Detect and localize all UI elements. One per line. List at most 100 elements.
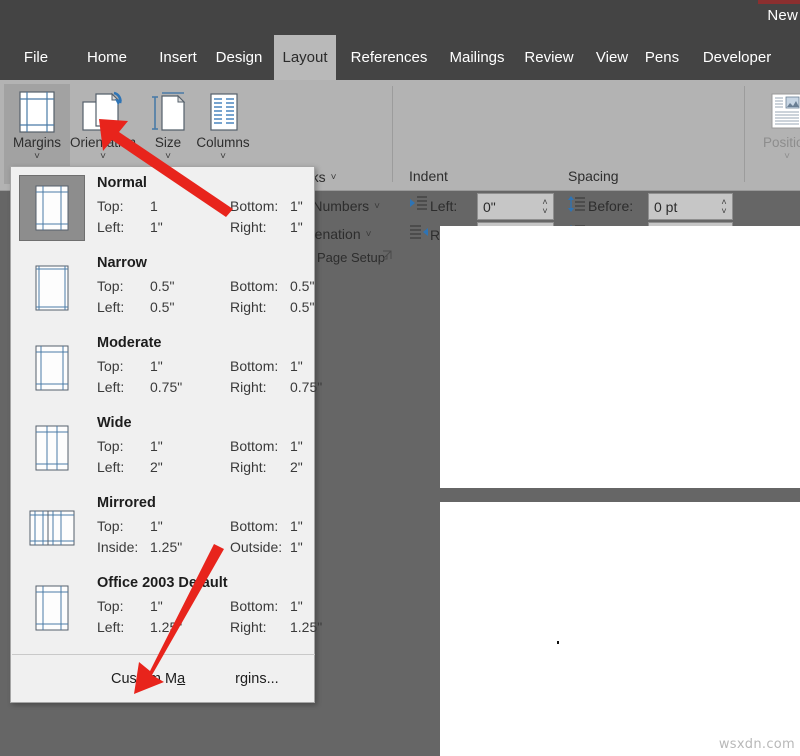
ribbon-button-label: Margins — [13, 136, 61, 150]
menu-item-k2: Right: — [230, 619, 267, 635]
indent-section-label: Indent — [409, 168, 448, 184]
tab-pens[interactable]: Pens — [640, 35, 684, 80]
chevron-down-icon[interactable]: ˅ — [220, 153, 226, 161]
menu-item-v1: 1" — [150, 598, 163, 614]
menu-item-v2: 1" — [290, 598, 303, 614]
columns-icon — [203, 90, 243, 134]
spinner-down-icon[interactable]: ˅ — [542, 207, 547, 216]
page-setup-dialog-launcher-icon[interactable] — [381, 249, 393, 261]
tab-mailings[interactable]: Mailings — [442, 35, 512, 80]
menu-item-mirrored[interactable]: MirroredTop:1"Bottom:1"Inside:1.25"Outsi… — [15, 491, 312, 565]
chevron-down-icon[interactable]: ˅ — [374, 201, 380, 212]
menu-item-v2: 1" — [290, 358, 303, 374]
chevron-down-icon[interactable]: ˅ — [165, 153, 171, 161]
ribbon-button-position[interactable]: Position ˅ — [757, 84, 800, 184]
margins-narrow-thumb — [19, 255, 85, 321]
margins-mirrored-thumb — [19, 495, 85, 561]
chevron-down-icon[interactable]: ˅ — [784, 153, 790, 161]
margins-office2003-thumb — [19, 575, 85, 641]
menu-item-narrow[interactable]: NarrowTop:0.5"Bottom:0.5"Left:0.5"Right:… — [15, 251, 312, 325]
margins-dropdown-menu[interactable]: NormalTop:1Bottom:1"Left:1"Right:1"Narro… — [10, 166, 315, 703]
menu-item-title: Moderate — [97, 335, 161, 351]
margins-normal-thumb — [19, 175, 85, 241]
group-label-page-setup: Page Setup — [316, 250, 386, 265]
menu-item-k1: Left: — [97, 219, 124, 235]
menu-item-title: Mirrored — [97, 495, 156, 511]
group-separator — [744, 86, 745, 182]
menu-item-k2: Right: — [230, 219, 267, 235]
menu-item-moderate[interactable]: ModerateTop:1"Bottom:1"Left:0.75"Right:0… — [15, 331, 312, 405]
menu-item-k2: Bottom: — [230, 358, 278, 374]
menu-item-k2: Bottom: — [230, 278, 278, 294]
tab-file[interactable]: File — [14, 35, 58, 80]
menu-item-v2: 2" — [290, 459, 303, 475]
menu-item-v1: 1.25" — [150, 539, 182, 555]
text-caret — [557, 641, 559, 644]
menu-item-k2: Bottom: — [230, 598, 278, 614]
document-page-1[interactable] — [440, 226, 800, 488]
menu-item-k2: Bottom: — [230, 438, 278, 454]
menu-item-v1: 2" — [150, 459, 163, 475]
menu-item-wide[interactable]: WideTop:1"Bottom:1"Left:2"Right:2" — [15, 411, 312, 485]
chevron-down-icon[interactable]: ˅ — [100, 153, 106, 161]
indent-left-icon — [410, 195, 428, 213]
tab-developer[interactable]: Developer — [692, 35, 782, 80]
spacing-before-input[interactable]: 0 pt ˄ ˅ — [648, 193, 733, 220]
menu-item-k1: Top: — [97, 518, 123, 534]
menu-item-k2: Right: — [230, 379, 267, 395]
ribbon-button-label: Orientation — [70, 136, 136, 150]
tab-references[interactable]: References — [342, 35, 436, 80]
spacing-before-stepper[interactable]: ˄ ˅ — [716, 194, 732, 219]
menu-item-v2: 0.75" — [290, 379, 322, 395]
menu-item-k2: Outside: — [230, 539, 282, 555]
tab-home[interactable]: Home — [80, 35, 134, 80]
page-size-icon — [148, 90, 188, 134]
menu-item-normal[interactable]: NormalTop:1Bottom:1"Left:1"Right:1" — [15, 171, 312, 245]
menu-item-title: Normal — [97, 175, 147, 191]
tab-review[interactable]: Review — [518, 35, 580, 80]
menu-item-office-2003-default[interactable]: Office 2003 DefaultTop:1"Bottom:1"Left:1… — [15, 571, 312, 645]
spinner-down-icon[interactable]: ˅ — [721, 207, 726, 216]
menu-item-v1: 0.5" — [150, 278, 174, 294]
indent-left-stepper[interactable]: ˄ ˅ — [537, 194, 553, 219]
menu-item-v1: 1" — [150, 518, 163, 534]
margins-wide-thumb — [19, 415, 85, 481]
menu-item-v1: 1.25" — [150, 619, 182, 635]
window-close-button[interactable] — [758, 0, 800, 4]
tab-insert[interactable]: Insert — [152, 35, 204, 80]
menu-item-v1: 1" — [150, 219, 163, 235]
position-icon — [769, 90, 800, 134]
menu-item-custom-margins[interactable]: Custom Margins... — [11, 655, 314, 703]
menu-item-v2: 1" — [290, 518, 303, 534]
ribbon-tab-strip: File Home InsertDesignLayoutReferencesMail… — [0, 35, 800, 80]
chevron-down-icon[interactable]: ˅ — [34, 153, 40, 161]
margins-moderate-thumb — [19, 335, 85, 401]
menu-item-k1: Left: — [97, 299, 124, 315]
tab-view[interactable]: View — [588, 35, 636, 80]
document-page-2[interactable] — [440, 502, 800, 756]
menu-item-v1: 1 — [150, 198, 158, 214]
menu-item-k1: Left: — [97, 619, 124, 635]
indent-left-input[interactable]: 0" ˄ ˅ — [477, 193, 554, 220]
ribbon-button-label: Position — [763, 136, 800, 150]
menu-item-k2: Bottom: — [230, 198, 278, 214]
menu-item-k1: Top: — [97, 278, 123, 294]
tab-design[interactable]: Design — [208, 35, 270, 80]
menu-item-title: Office 2003 Default — [97, 575, 228, 591]
chevron-down-icon[interactable]: ˅ — [366, 229, 372, 240]
menu-item-v1: 0.5" — [150, 299, 174, 315]
orientation-icon — [80, 90, 126, 134]
menu-item-k1: Inside: — [97, 539, 138, 555]
tab-layout[interactable]: Layout — [274, 35, 336, 80]
menu-item-v2: 0.5" — [290, 278, 314, 294]
group-separator — [392, 86, 393, 182]
spacing-before-value: 0 pt — [649, 199, 716, 215]
menu-item-v2: 1" — [290, 198, 303, 214]
menu-item-v2: 1" — [290, 539, 303, 555]
word-application-window: New FileHomeInsertDesignLayoutReferences… — [0, 0, 800, 756]
menu-item-v2: 1" — [290, 438, 303, 454]
menu-item-k1: Top: — [97, 438, 123, 454]
indent-left-label: Left: — [430, 198, 457, 214]
chevron-down-icon[interactable]: ˅ — [331, 172, 337, 183]
menu-item-v2: 0.5" — [290, 299, 314, 315]
